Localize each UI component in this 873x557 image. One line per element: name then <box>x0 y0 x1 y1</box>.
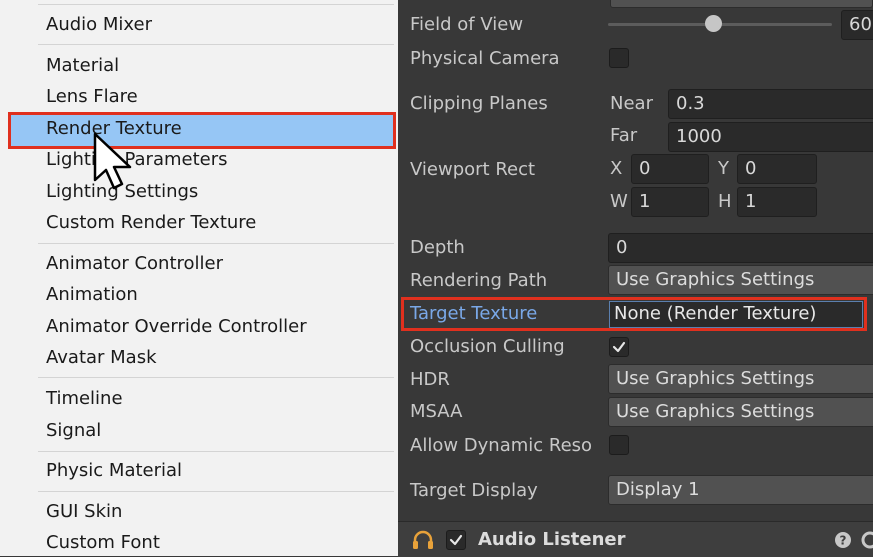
menu-item-physic-material[interactable]: Physic Material <box>46 461 182 481</box>
viewport-h-input[interactable]: 1 <box>737 187 817 217</box>
menu-item-material[interactable]: Material <box>46 56 119 76</box>
rendering-path-dropdown[interactable]: Use Graphics Settings <box>608 265 873 295</box>
menu-item-avatar-mask[interactable]: Avatar Mask <box>46 348 157 368</box>
physical-camera-checkbox[interactable] <box>609 48 629 68</box>
menu-item-audio-mixer[interactable]: Audio Mixer <box>46 15 152 35</box>
depth-input[interactable]: 0 <box>608 233 873 263</box>
occlusion-culling-label: Occlusion Culling <box>410 336 565 357</box>
menu-item-gui-skin[interactable]: GUI Skin <box>46 502 122 522</box>
top-clipped-dropdown[interactable] <box>610 0 873 8</box>
camera-inspector: Field of View 60 Physical Camera Clippin… <box>398 0 873 557</box>
viewport-w-input[interactable]: 1 <box>631 187 709 217</box>
near-clip-input[interactable]: 0.3 <box>668 89 873 119</box>
viewport-y-input[interactable]: 0 <box>737 154 817 184</box>
field-of-view-input[interactable]: 60 <box>841 10 873 40</box>
menu-separator <box>38 4 394 5</box>
target-display-label: Target Display <box>410 480 538 501</box>
menu-item-signal[interactable]: Signal <box>46 421 101 441</box>
allow-dynamic-resolution-checkbox[interactable] <box>609 435 629 455</box>
field-of-view-slider-handle[interactable] <box>704 15 722 32</box>
hdr-dropdown[interactable]: Use Graphics Settings <box>608 364 873 394</box>
hdr-label: HDR <box>410 369 450 390</box>
depth-label: Depth <box>410 237 465 258</box>
menu-item-animation[interactable]: Animation <box>46 285 138 305</box>
mouse-pointer-icon <box>93 132 132 190</box>
menu-item-lens-flare[interactable]: Lens Flare <box>46 87 138 107</box>
menu-item-animator-controller[interactable]: Animator Controller <box>46 254 223 274</box>
field-of-view-label: Field of View <box>410 14 524 35</box>
help-icon[interactable]: ? <box>834 531 852 549</box>
msaa-dropdown[interactable]: Use Graphics Settings <box>608 397 873 427</box>
audio-listener-component-header[interactable]: Audio Listener ? <box>398 521 873 557</box>
menu-item-custom-render-texture[interactable]: Custom Render Texture <box>46 213 256 233</box>
occlusion-culling-checkbox[interactable] <box>609 337 629 357</box>
menu-item-custom-font[interactable]: Custom Font <box>46 533 160 553</box>
msaa-label: MSAA <box>410 401 463 422</box>
menu-item-timeline[interactable]: Timeline <box>46 389 123 409</box>
physical-camera-label: Physical Camera <box>410 48 560 69</box>
target-display-dropdown[interactable]: Display 1 <box>608 475 873 505</box>
near-label: Near <box>610 93 653 114</box>
menu-separator <box>38 491 394 492</box>
audio-listener-enabled-checkbox[interactable] <box>446 530 466 550</box>
menu-separator <box>38 243 394 244</box>
headphones-icon <box>413 530 433 549</box>
checkmark-icon <box>612 341 626 353</box>
svg-text:?: ? <box>840 534 847 548</box>
viewport-x-label: X <box>610 158 623 179</box>
clipping-planes-label: Clipping Planes <box>410 93 548 114</box>
viewport-y-label: Y <box>718 158 729 179</box>
menu-separator <box>38 44 394 45</box>
target-texture-label: Target Texture <box>410 303 538 324</box>
viewport-h-label: H <box>718 191 732 212</box>
rendering-path-label: Rendering Path <box>410 270 548 291</box>
create-asset-menu: Audio Mixer Material Lens Flare Render T… <box>0 0 398 556</box>
far-clip-input[interactable]: 1000 <box>668 122 873 152</box>
viewport-x-input[interactable]: 0 <box>631 154 709 184</box>
allow-dynamic-resolution-label: Allow Dynamic Reso <box>410 435 593 456</box>
menu-separator <box>38 377 394 378</box>
checkmark-icon <box>449 534 463 546</box>
audio-listener-title: Audio Listener <box>478 529 626 550</box>
viewport-w-label: W <box>610 191 628 212</box>
menu-separator <box>38 451 394 452</box>
viewport-rect-label: Viewport Rect <box>410 159 536 180</box>
target-texture-object-field[interactable]: None (Render Texture) <box>609 301 863 328</box>
menu-item-animator-override-controller[interactable]: Animator Override Controller <box>46 317 307 337</box>
component-settings-icon[interactable] <box>860 530 873 550</box>
far-label: Far <box>610 125 638 146</box>
